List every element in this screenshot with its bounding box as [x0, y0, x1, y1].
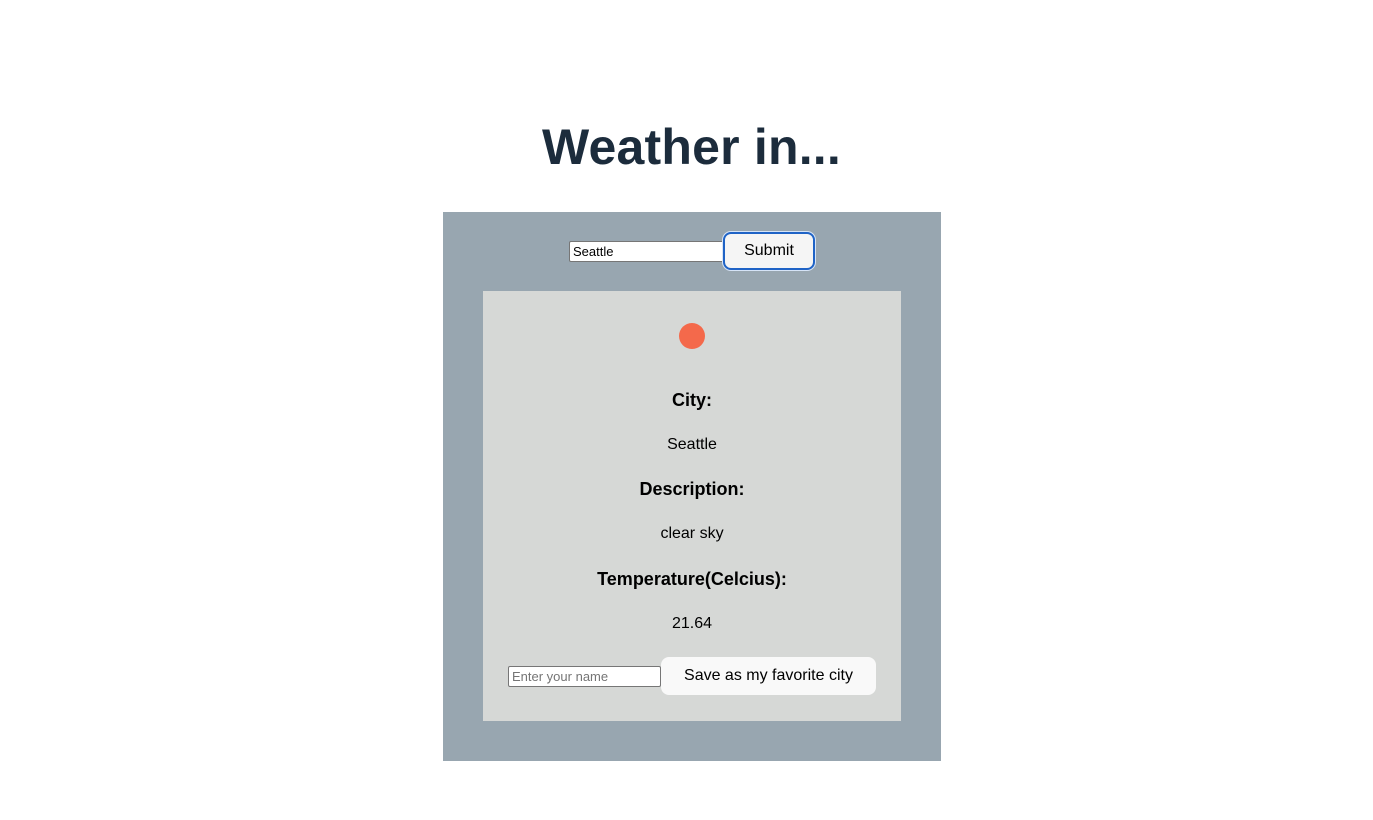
- temperature-label: Temperature(Celcius):: [597, 569, 787, 589]
- description-value: clear sky: [660, 525, 724, 542]
- save-favorite-button[interactable]: Save as my favorite city: [661, 657, 876, 695]
- city-input[interactable]: [569, 240, 724, 262]
- favorite-form: Save as my favorite city: [508, 657, 876, 695]
- weather-result-card: City: Seattle Description: clear sky Tem…: [483, 291, 901, 721]
- city-value: Seattle: [667, 436, 717, 453]
- weather-panel: Submit City: Seattle Description: clear …: [443, 212, 941, 761]
- search-form: Submit: [569, 232, 815, 270]
- weather-status-icon: [679, 323, 705, 349]
- city-label: City:: [672, 390, 712, 410]
- page-title: Weather in...: [542, 119, 841, 175]
- name-input[interactable]: [508, 665, 661, 687]
- description-label: Description:: [639, 479, 745, 499]
- temperature-value: 21.64: [671, 615, 713, 632]
- submit-button[interactable]: Submit: [723, 232, 815, 270]
